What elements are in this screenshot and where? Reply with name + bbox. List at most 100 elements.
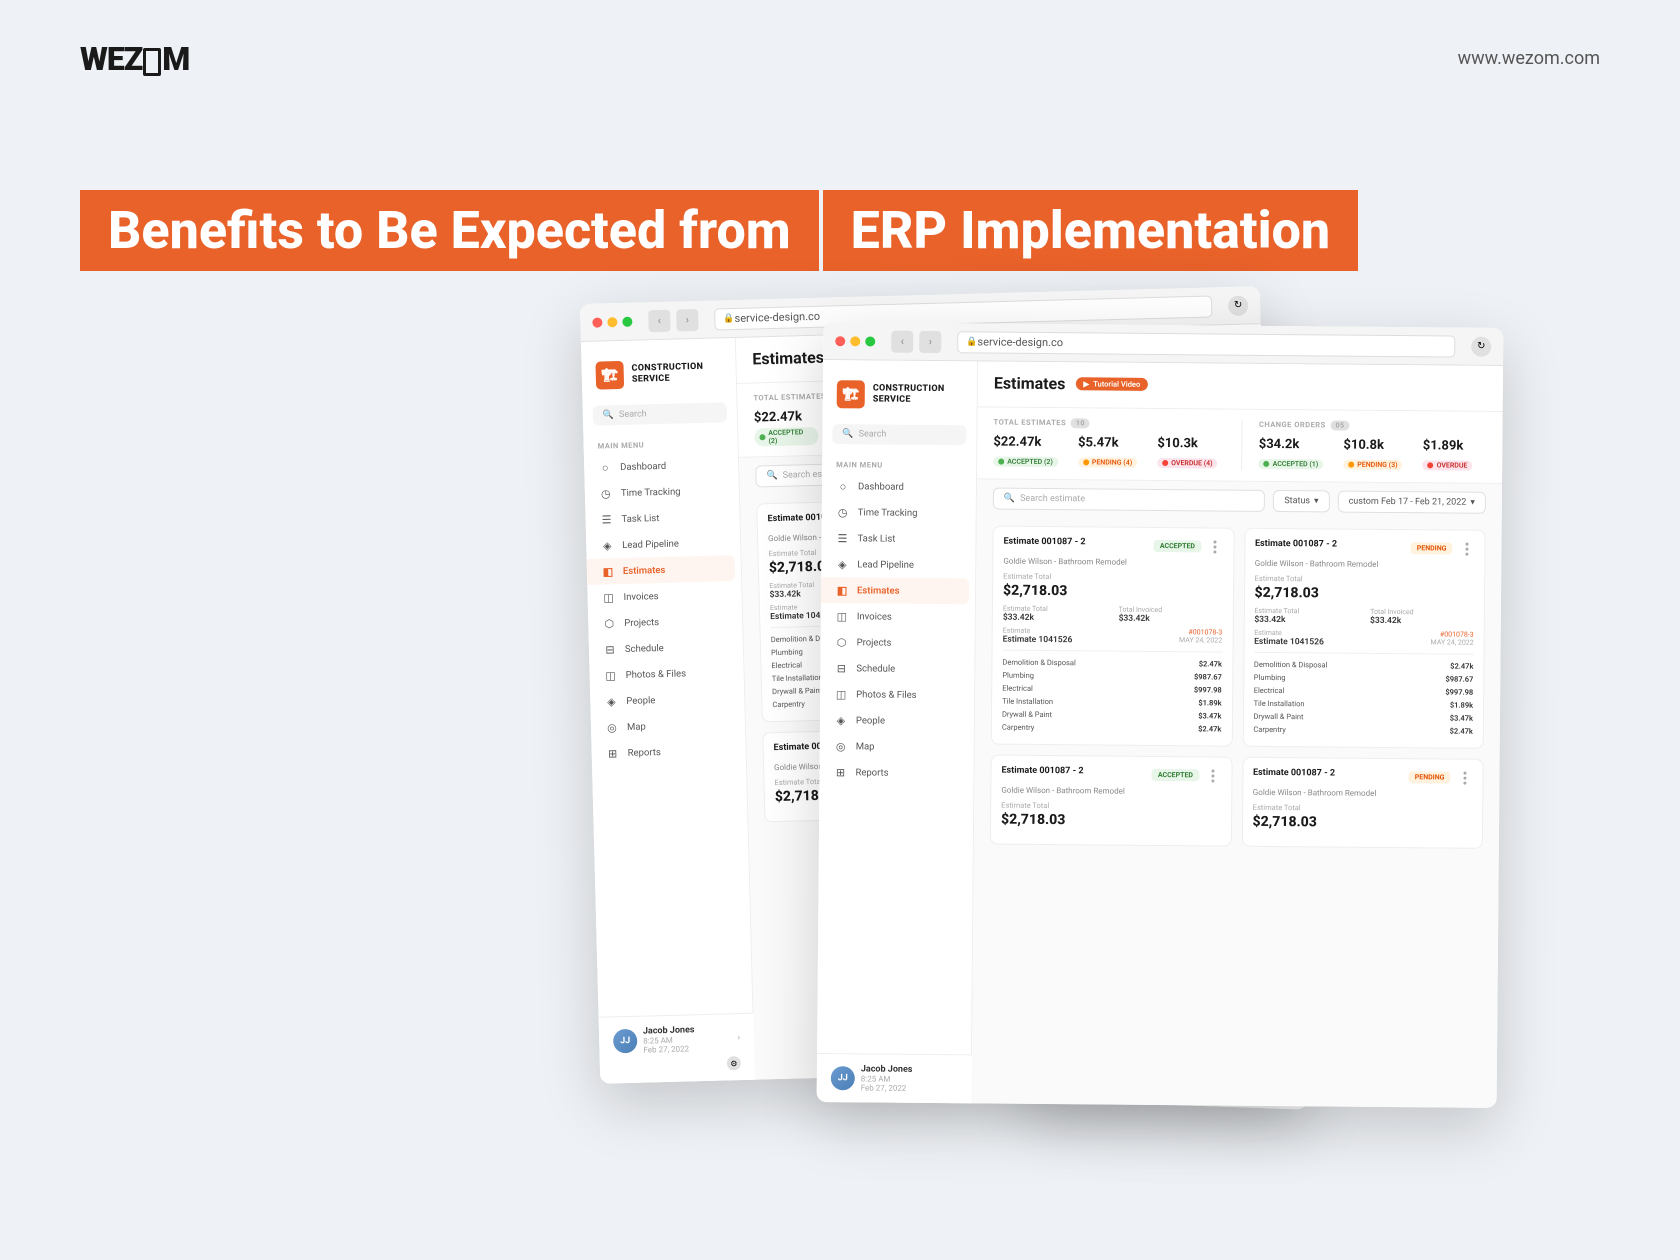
- tutorial-badge-secondary[interactable]: ▶ Tutorial Video: [1075, 377, 1148, 391]
- co-section-secondary: CHANGE ORDERS 05 $34.2k ACCEPTED (1) $10…: [1242, 420, 1473, 473]
- status-select-secondary[interactable]: Status ▾: [1273, 490, 1329, 512]
- lead-pipeline-icon-s: ◈: [835, 557, 849, 571]
- estimate-card-s4: Estimate 001087 - 2 PENDING Goldie Wilso…: [1241, 757, 1483, 849]
- address-bar-secondary[interactable]: 🔒 service-design.co: [957, 331, 1455, 357]
- co-s-overdue-val: $1.89k: [1423, 438, 1473, 453]
- user-footer: JJ Jacob Jones 8:25 AM Feb 27, 2022 › ⚙: [599, 1013, 756, 1084]
- green-dot: [759, 434, 765, 440]
- sidebar-item-photos[interactable]: ◫ Photos & Files: [589, 659, 744, 689]
- card-s2-total-label: Estimate Total: [1255, 574, 1475, 585]
- invoices-label-s: Invoices: [857, 611, 892, 622]
- sidebar-item-timetracking-s[interactable]: ◷ Time Tracking: [822, 499, 976, 526]
- sidebar-item-dashboard[interactable]: ○ Dashboard: [584, 451, 739, 481]
- sidebar-item-invoices-s[interactable]: ◫ Invoices: [821, 603, 975, 630]
- back-button[interactable]: ‹: [648, 309, 671, 332]
- sidebar-item-map-s[interactable]: ◎ Map: [820, 733, 974, 760]
- sidebar-search-secondary[interactable]: 🔍 Search: [832, 424, 966, 445]
- sidebar-item-leadpipeline-s[interactable]: ◈ Lead Pipeline: [821, 551, 975, 578]
- user-chevron: ›: [737, 1033, 740, 1043]
- sidebar-item-projects-s[interactable]: ⬡ Projects: [821, 629, 975, 656]
- card-s1-ref: Estimate Estimate 1041526: [1003, 627, 1107, 646]
- back-btn-secondary[interactable]: ‹: [891, 330, 913, 352]
- forward-button[interactable]: ›: [676, 308, 699, 331]
- co-s-accepted-badge: ACCEPTED (1): [1259, 459, 1324, 470]
- sidebar-item-leadpipeline[interactable]: ◈ Lead Pipeline: [586, 529, 741, 559]
- browser-container: Estima... Goldie Wils... Estimate T... $…: [590, 295, 1610, 1165]
- card-s4-menu[interactable]: [1456, 770, 1472, 786]
- map-icon-s: ◎: [834, 739, 848, 753]
- status-label-s: Status: [1284, 496, 1310, 506]
- sidebar-item-map[interactable]: ◎ Map: [591, 711, 746, 741]
- estimates-label-s: Estimates: [857, 585, 900, 596]
- refresh-btn-secondary[interactable]: ↻: [1471, 336, 1491, 356]
- sidebar-item-reports-s[interactable]: ⊞ Reports: [819, 759, 973, 786]
- sidebar-item-invoices[interactable]: ◫ Invoices: [587, 581, 742, 611]
- play-icon-secondary: ▶: [1083, 379, 1089, 388]
- card-s4-total-value: $2,718.03: [1253, 814, 1473, 832]
- cards-grid-secondary: Estimate 001087 - 2 ACCEPTED Goldie Wils…: [974, 517, 1502, 857]
- card-s1-menu[interactable]: [1207, 538, 1223, 554]
- window-controls-main: [592, 316, 632, 327]
- card-s3-title: Estimate 001087 - 2: [1001, 766, 1083, 777]
- sidebar-item-dashboard-s[interactable]: ○ Dashboard: [822, 473, 976, 500]
- sidebar-item-schedule[interactable]: ⊟ Schedule: [589, 633, 744, 663]
- sidebar-item-schedule-s[interactable]: ⊟ Schedule: [820, 655, 974, 682]
- card-s4-total-label: Estimate Total: [1253, 803, 1473, 814]
- card-s3-total-value: $2,718.03: [1001, 812, 1221, 830]
- sidebar-item-tasklist-s[interactable]: ☰ Task List: [821, 525, 975, 552]
- sidebar-item-projects[interactable]: ⬡ Projects: [588, 607, 743, 637]
- card-s1-id: #001078-3 MAY 24, 2022: [1118, 628, 1222, 647]
- forward-btn-secondary[interactable]: ›: [919, 330, 941, 352]
- minimize-dot-main: [607, 317, 617, 327]
- card-s4-status: PENDING: [1409, 771, 1451, 783]
- map-icon: ◎: [605, 720, 619, 734]
- sidebar-item-people-s[interactable]: ◈ People: [820, 707, 974, 734]
- search-placeholder-s: Search estimate: [1020, 494, 1085, 505]
- refresh-button[interactable]: ↻: [1228, 295, 1249, 316]
- card-s2-menu[interactable]: [1458, 541, 1474, 557]
- title-text: Estimates: [752, 348, 824, 369]
- url-text: service-design.co: [734, 310, 820, 325]
- estimates-icon: ◧: [601, 564, 615, 578]
- sidebar-item-estimates[interactable]: ◧ Estimates: [587, 555, 736, 585]
- sidebar-item-timetracking[interactable]: ◷ Time Tracking: [585, 477, 740, 507]
- sidebar-item-people[interactable]: ◈ People: [590, 685, 745, 715]
- lead-pipeline-label: Lead Pipeline: [622, 538, 679, 550]
- schedule-label: Schedule: [625, 642, 664, 654]
- app-layout-secondary: 🏗 CONSTRUCTIONSERVICE 🔍 Search MAIN MENU…: [817, 360, 1503, 1108]
- user-settings[interactable]: ⚙: [727, 1056, 741, 1070]
- url-secondary: service-design.co: [977, 335, 1063, 349]
- accepted-value: $22.47k: [754, 409, 819, 426]
- sidebar-item-photos-s[interactable]: ◫ Photos & Files: [820, 681, 974, 708]
- sidebar-search[interactable]: 🔍 Search: [593, 402, 727, 426]
- stats-bar-secondary: TOTAL ESTIMATES 10 $22.47k ACCEPTED (2) …: [977, 407, 1503, 484]
- search-estimate-secondary[interactable]: 🔍 Search estimate: [993, 488, 1266, 512]
- sidebar-item-reports[interactable]: ⊞ Reports: [591, 737, 746, 767]
- map-label: Map: [627, 721, 646, 732]
- card-s3-menu[interactable]: [1205, 767, 1221, 783]
- user-info-s: JJ Jacob Jones 8:25 AM Feb 27, 2022: [831, 1064, 958, 1093]
- logo: WEZM: [80, 40, 189, 78]
- co-s-pending: $10.8k PENDING (3): [1343, 438, 1403, 473]
- sidebar-item-tasklist[interactable]: ☰ Task List: [585, 503, 740, 533]
- user-footer-secondary: JJ Jacob Jones 8:25 AM Feb 27, 2022: [817, 1053, 972, 1103]
- card-s1-status: ACCEPTED: [1154, 540, 1201, 552]
- card-s2-id: #001078-3 MAY 24, 2022: [1370, 630, 1474, 649]
- task-list-label: Task List: [621, 513, 659, 525]
- dashboard-label: Dashboard: [620, 460, 666, 472]
- card-s1-li6: Carpentry$2.47k: [1002, 721, 1222, 736]
- schedule-label-s: Schedule: [856, 663, 895, 674]
- co-s-pending-badge: PENDING (3): [1343, 460, 1402, 471]
- card-s2-li6: Carpentry$2.47k: [1253, 723, 1473, 738]
- date-range-secondary[interactable]: custom Feb 17 - Feb 21, 2022 ▾: [1338, 491, 1486, 514]
- hero-section: Benefits to Be Expected from ERP Impleme…: [80, 190, 1358, 287]
- browser-window-secondary: ‹ › 🔒 service-design.co ↻ 🏗 CONSTRUCTION…: [817, 322, 1504, 1108]
- sidebar-item-estimates-s[interactable]: ◧ Estimates: [821, 577, 969, 604]
- main-content-secondary: Estimates ▶ Tutorial Video TOTAL ESTIMAT…: [972, 361, 1503, 1108]
- brand-icon-secondary: 🏗: [837, 380, 865, 408]
- reports-label-s: Reports: [855, 767, 888, 778]
- search-icon-sidebar: 🔍: [603, 410, 614, 420]
- brand-icon: 🏗: [595, 361, 624, 390]
- s-pending-badge: PENDING (4): [1078, 457, 1137, 468]
- website-url: www.wezom.com: [1458, 48, 1600, 69]
